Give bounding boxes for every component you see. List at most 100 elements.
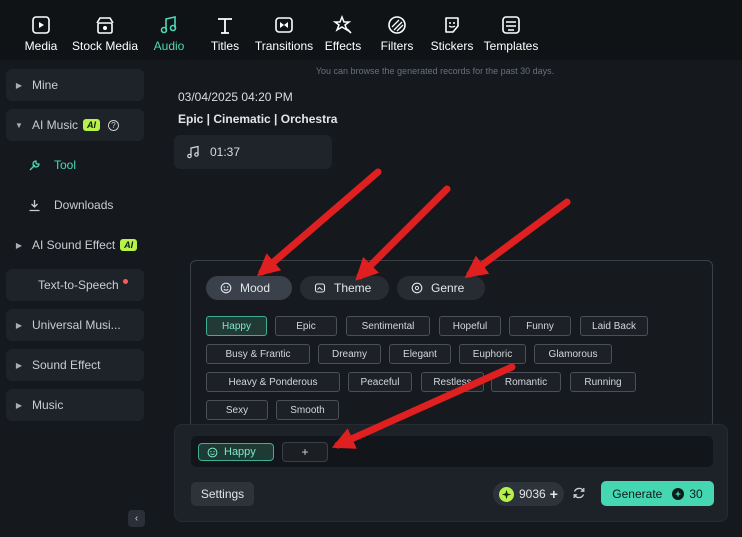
generate-button[interactable]: Generate 30 — [601, 481, 714, 506]
sidebar-item-label: AI Music — [32, 118, 79, 132]
chip-hopeful[interactable]: Hopeful — [439, 316, 501, 336]
toolbar-stock-media[interactable]: Stock Media — [70, 0, 140, 60]
chip-busy-frantic[interactable]: Busy & Frantic — [206, 344, 310, 364]
credits-pill[interactable]: 9036 + — [493, 482, 564, 506]
toolbar-label: Transitions — [254, 39, 314, 53]
toolbar-label: Audio — [153, 39, 185, 53]
collapse-sidebar-button[interactable]: ‹ — [128, 510, 145, 527]
generate-label: Generate — [612, 486, 663, 501]
mood-icon — [220, 282, 240, 294]
chip-funny[interactable]: Funny — [509, 316, 571, 336]
sidebar-item-mine[interactable]: ▶ Mine — [6, 69, 144, 101]
ai-badge: AI — [120, 239, 138, 251]
chip-running[interactable]: Running — [570, 372, 636, 392]
sidebar-item-ai-music[interactable]: ▼ AI Music AI ? — [6, 109, 144, 141]
help-icon[interactable]: ? — [108, 119, 120, 131]
toolbar-effects[interactable]: Effects — [316, 0, 370, 60]
mood-icon — [207, 447, 224, 458]
toolbar-filters[interactable]: Filters — [370, 0, 424, 60]
selected-tag-happy[interactable]: Happy — [198, 443, 274, 461]
toolbar-label: Titles — [210, 39, 240, 53]
chip-glamorous[interactable]: Glamorous — [534, 344, 612, 364]
sidebar-item-text-to-speech[interactable]: Text-to-Speech — [6, 269, 144, 301]
top-toolbar: Media Stock Media Audio Titles Transitio… — [0, 0, 742, 60]
record-tags: Epic | Cinematic | Orchestra — [178, 112, 338, 126]
refresh-icon[interactable] — [571, 485, 587, 501]
tab-genre[interactable]: Genre — [397, 276, 485, 300]
tab-label: Theme — [334, 281, 372, 295]
effects-icon — [332, 14, 354, 36]
credits-count: 9036 — [519, 487, 546, 501]
wrench-icon — [28, 159, 54, 172]
toolbar-label: Effects — [324, 39, 362, 53]
chip-peaceful[interactable]: Peaceful — [348, 372, 412, 392]
theme-icon — [314, 282, 334, 294]
selected-tag-label: Happy — [224, 446, 256, 458]
toolbar-audio[interactable]: Audio — [140, 0, 198, 60]
toolbar-titles[interactable]: Titles — [198, 0, 252, 60]
titles-icon — [214, 14, 236, 36]
chip-laid-back[interactable]: Laid Back — [580, 316, 648, 336]
settings-button[interactable]: Settings — [191, 482, 254, 506]
tab-theme[interactable]: Theme — [300, 276, 389, 300]
media-icon — [30, 14, 52, 36]
sidebar-item-label: Sound Effect — [32, 358, 101, 372]
expand-triangle-icon: ▶ — [15, 240, 23, 250]
audio-icon — [158, 14, 180, 36]
chip-romantic[interactable]: Romantic — [491, 372, 561, 392]
chip-sexy[interactable]: Sexy — [206, 400, 268, 420]
genre-icon — [411, 282, 431, 294]
sidebar-item-label: Universal Musi... — [32, 318, 121, 332]
add-tag-button[interactable]: + — [282, 442, 328, 462]
collapse-triangle-icon: ▼ — [15, 120, 23, 130]
tag-panel: Mood Theme Genre Happy Epic Sentimental … — [190, 260, 713, 428]
ai-badge: AI — [83, 119, 101, 131]
sidebar-item-downloads[interactable]: Downloads — [6, 189, 144, 221]
templates-icon — [500, 14, 522, 36]
toolbar-transitions[interactable]: Transitions — [252, 0, 316, 60]
generate-cost: 30 — [689, 486, 703, 501]
stock-media-icon — [94, 14, 116, 36]
music-note-icon — [186, 145, 210, 159]
sidebar: ▶ Mine ▼ AI Music AI ? Tool Downloads ▶ … — [0, 60, 158, 537]
expand-triangle-icon: ▶ — [15, 320, 23, 330]
expand-triangle-icon: ▶ — [15, 400, 23, 410]
toolbar-stickers[interactable]: Stickers — [424, 0, 480, 60]
add-credits-icon[interactable]: + — [550, 486, 558, 502]
sidebar-item-label: AI Sound Effect — [32, 238, 116, 252]
toolbar-media[interactable]: Media — [12, 0, 70, 60]
chip-sentimental[interactable]: Sentimental — [346, 316, 430, 336]
sidebar-item-tool[interactable]: Tool — [6, 149, 144, 181]
prompt-area: Happy + Settings 9036 + Generate 30 — [174, 424, 728, 522]
expand-triangle-icon: ▶ — [15, 80, 23, 90]
chip-elegant[interactable]: Elegant — [389, 344, 451, 364]
scroll-gutter — [730, 60, 742, 537]
stickers-icon — [441, 14, 463, 36]
transitions-icon — [273, 14, 295, 36]
credit-star-icon — [499, 486, 514, 502]
sidebar-item-label: Music — [32, 398, 64, 412]
sidebar-item-label: Downloads — [54, 198, 114, 212]
generated-track[interactable]: 01:37 — [174, 135, 332, 169]
sidebar-item-sound-effect[interactable]: ▶ Sound Effect — [6, 349, 144, 381]
chip-euphoric[interactable]: Euphoric — [459, 344, 526, 364]
sidebar-item-label: Text-to-Speech — [38, 278, 119, 292]
toolbar-templates[interactable]: Templates — [480, 0, 542, 60]
toolbar-label: Templates — [483, 39, 539, 53]
chip-dreamy[interactable]: Dreamy — [318, 344, 381, 364]
sidebar-item-music[interactable]: ▶ Music — [6, 389, 144, 421]
chip-happy[interactable]: Happy — [206, 316, 267, 336]
tag-input[interactable]: Happy + — [191, 436, 713, 467]
sidebar-item-ai-sound-effect[interactable]: ▶ AI Sound Effect AI — [6, 229, 158, 261]
chip-smooth[interactable]: Smooth — [276, 400, 339, 420]
tab-mood[interactable]: Mood — [206, 276, 292, 300]
credit-cost-icon — [672, 487, 685, 500]
record-date: 03/04/2025 04:20 PM — [178, 90, 293, 104]
tab-label: Genre — [431, 281, 465, 295]
chip-restless[interactable]: Restless — [421, 372, 484, 392]
chip-heavy-ponderous[interactable]: Heavy & Ponderous — [206, 372, 340, 392]
toolbar-label: Media — [24, 39, 58, 53]
main-panel: You can browse the generated records for… — [158, 60, 742, 537]
chip-epic[interactable]: Epic — [275, 316, 337, 336]
sidebar-item-universal-music[interactable]: ▶ Universal Musi... — [6, 309, 144, 341]
